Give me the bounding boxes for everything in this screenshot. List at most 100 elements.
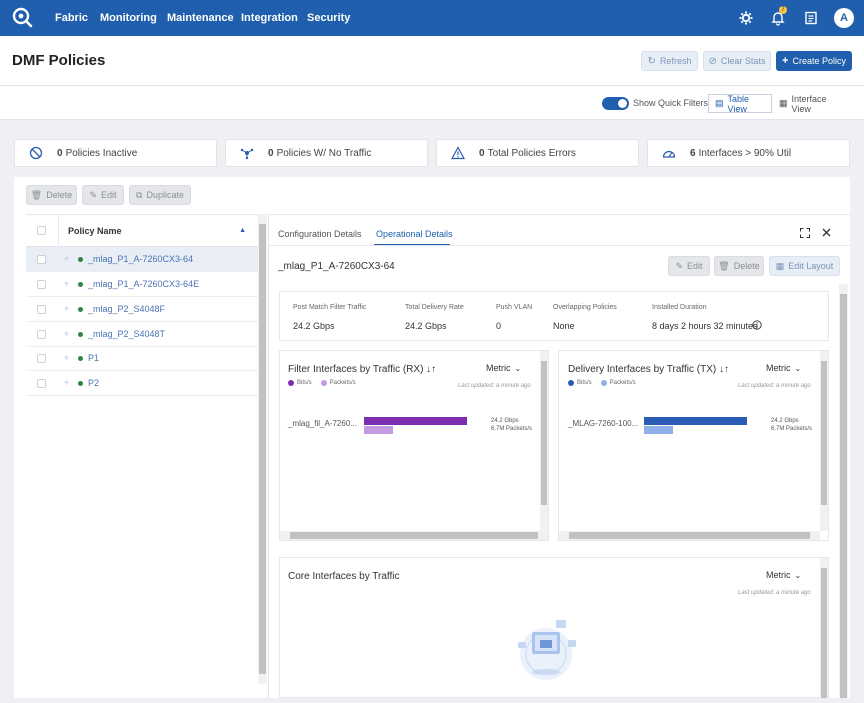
row-checkbox[interactable] (37, 378, 46, 388)
trash-icon: 🗑 (30, 189, 43, 200)
document-icon[interactable] (803, 10, 819, 26)
table-row[interactable]: + _mlag_P2_S4048T (26, 322, 258, 347)
row-checkbox[interactable] (37, 329, 46, 339)
summary-card-errors[interactable]: 0 Total Policies Errors (436, 139, 639, 167)
close-icon[interactable] (822, 228, 831, 237)
bar-bits[interactable] (644, 417, 747, 425)
create-policy-label: Create Policy (792, 56, 846, 66)
delivery-interfaces-chart (558, 350, 829, 541)
delivery-chart-vscroll[interactable] (820, 351, 828, 531)
pencil-icon: ✎ (89, 189, 98, 200)
policy-name-link[interactable]: _mlag_P1_A-7260CX3-64E (88, 279, 199, 289)
summary-label: Total Policies Errors (487, 147, 576, 159)
expand-icon[interactable]: + (62, 254, 71, 264)
filter-chart-hscroll[interactable] (280, 531, 548, 540)
stat-label: Post Match Filter Traffic (293, 304, 367, 311)
bar-packets[interactable] (364, 426, 393, 434)
bits-value: 24.2 Gbps (491, 418, 519, 424)
table-row[interactable]: + _mlag_P1_A-7260CX3-64 (26, 247, 258, 272)
delivery-chart-hscroll[interactable] (559, 531, 820, 540)
sort-icon[interactable]: ▲ (239, 227, 246, 234)
table-row[interactable]: + P2 (26, 371, 258, 396)
edit-layout-button[interactable]: ▦ Edit Layout (769, 256, 840, 276)
nav-fabric[interactable]: Fabric (55, 12, 88, 24)
duplicate-button[interactable]: ⧉ Duplicate (129, 185, 191, 205)
expand-fullscreen-icon[interactable] (800, 228, 810, 238)
summary-card-inactive[interactable]: 0 Policies Inactive (14, 139, 217, 167)
summary-card-no-traffic[interactable]: 0 Policies W/ No Traffic (225, 139, 428, 167)
nav-security[interactable]: Security (307, 12, 350, 24)
scroll-thumb[interactable] (821, 568, 827, 698)
interface-view-button[interactable]: ▦ Interface View (773, 94, 849, 114)
tab-operational-details[interactable]: Operational Details (376, 229, 453, 239)
quick-filters-toggle[interactable] (602, 97, 629, 110)
core-chart-vscroll[interactable] (820, 558, 828, 698)
scroll-thumb[interactable] (541, 361, 547, 505)
summary-card-util[interactable]: 6 Interfaces > 90% Util (647, 139, 850, 167)
expand-icon[interactable]: + (62, 304, 71, 314)
bar-packets[interactable] (644, 426, 673, 434)
policy-name-link[interactable]: P1 (88, 353, 99, 363)
trash-icon: 🗑 (718, 260, 730, 271)
filter-interfaces-chart (279, 350, 549, 541)
table-row[interactable]: + _mlag_P2_S4048F (26, 297, 258, 322)
legend-bits: Bits/s (297, 380, 312, 386)
scroll-thumb[interactable] (290, 532, 538, 539)
bar-bits[interactable] (364, 417, 467, 425)
delivery-legend: Bits/s Packets/s (568, 380, 636, 386)
info-icon[interactable] (752, 320, 762, 330)
policy-name-link[interactable]: _mlag_P2_S4048T (88, 329, 165, 339)
core-metric-dropdown[interactable]: Metric ⌄ (766, 570, 801, 580)
nav-integration[interactable]: Integration (241, 12, 298, 24)
detail-edit-button[interactable]: ✎ Edit (668, 256, 710, 276)
ban-icon (29, 146, 43, 160)
edit-button[interactable]: ✎ Edit (82, 185, 124, 205)
detail-delete-button[interactable]: 🗑 Delete (714, 256, 764, 276)
filter-chart-vscroll[interactable] (540, 351, 548, 531)
tab-configuration-details[interactable]: Configuration Details (278, 229, 362, 239)
select-all-checkbox[interactable] (37, 226, 46, 235)
policy-name-link[interactable]: _mlag_P2_S4048F (88, 304, 165, 314)
metric-label: Metric (766, 570, 791, 580)
expand-icon[interactable]: + (62, 353, 71, 363)
core-chart-title: Core Interfaces by Traffic (288, 571, 400, 582)
app-logo-icon[interactable] (12, 7, 34, 29)
expand-icon[interactable]: + (62, 329, 71, 339)
detail-edit-label: Edit (687, 261, 703, 271)
create-policy-button[interactable]: + Create Policy (776, 51, 852, 71)
expand-icon[interactable]: + (62, 279, 71, 289)
row-checkbox[interactable] (37, 304, 46, 314)
gauge-icon (662, 150, 676, 158)
policy-name-link[interactable]: _mlag_P1_A-7260CX3-64 (88, 254, 193, 264)
legend-bits: Bits/s (577, 380, 592, 386)
stat-label: Total Delivery Rate (405, 304, 464, 311)
stat-value: None (553, 321, 575, 331)
detail-scrollbar[interactable] (839, 284, 848, 698)
summary-count: 0 (479, 147, 485, 159)
table-row[interactable]: + P1 (26, 346, 258, 371)
row-checkbox[interactable] (37, 279, 46, 289)
table-view-button[interactable]: ▤ Table View (708, 94, 772, 114)
scroll-thumb[interactable] (569, 532, 810, 539)
filter-metric-dropdown[interactable]: Metric ⌄ (486, 363, 521, 373)
gear-icon[interactable] (738, 10, 754, 26)
legend-swatch (600, 380, 607, 386)
clear-stats-button[interactable]: ⊘ Clear Stats (703, 51, 771, 71)
filter-bar-values: 24.2 Gbps 6.7M Packets/s (491, 417, 532, 433)
policy-name-link[interactable]: P2 (88, 378, 99, 388)
nav-maintenance[interactable]: Maintenance (167, 12, 234, 24)
row-checkbox[interactable] (37, 254, 46, 264)
row-checkbox[interactable] (37, 353, 46, 363)
delete-button[interactable]: 🗑 Delete (26, 185, 77, 205)
refresh-button[interactable]: ↻ Refresh (641, 51, 698, 71)
user-avatar[interactable]: A (834, 8, 854, 28)
scroll-thumb[interactable] (259, 224, 266, 674)
scroll-thumb[interactable] (821, 361, 827, 505)
expand-icon[interactable]: + (62, 378, 71, 388)
table-row[interactable]: + _mlag_P1_A-7260CX3-64E (26, 272, 258, 297)
column-header-policy-name[interactable]: Policy Name (68, 226, 122, 236)
scroll-thumb[interactable] (840, 294, 847, 698)
delivery-metric-dropdown[interactable]: Metric ⌄ (766, 363, 801, 373)
table-scrollbar[interactable] (258, 214, 267, 684)
nav-monitoring[interactable]: Monitoring (100, 12, 157, 24)
